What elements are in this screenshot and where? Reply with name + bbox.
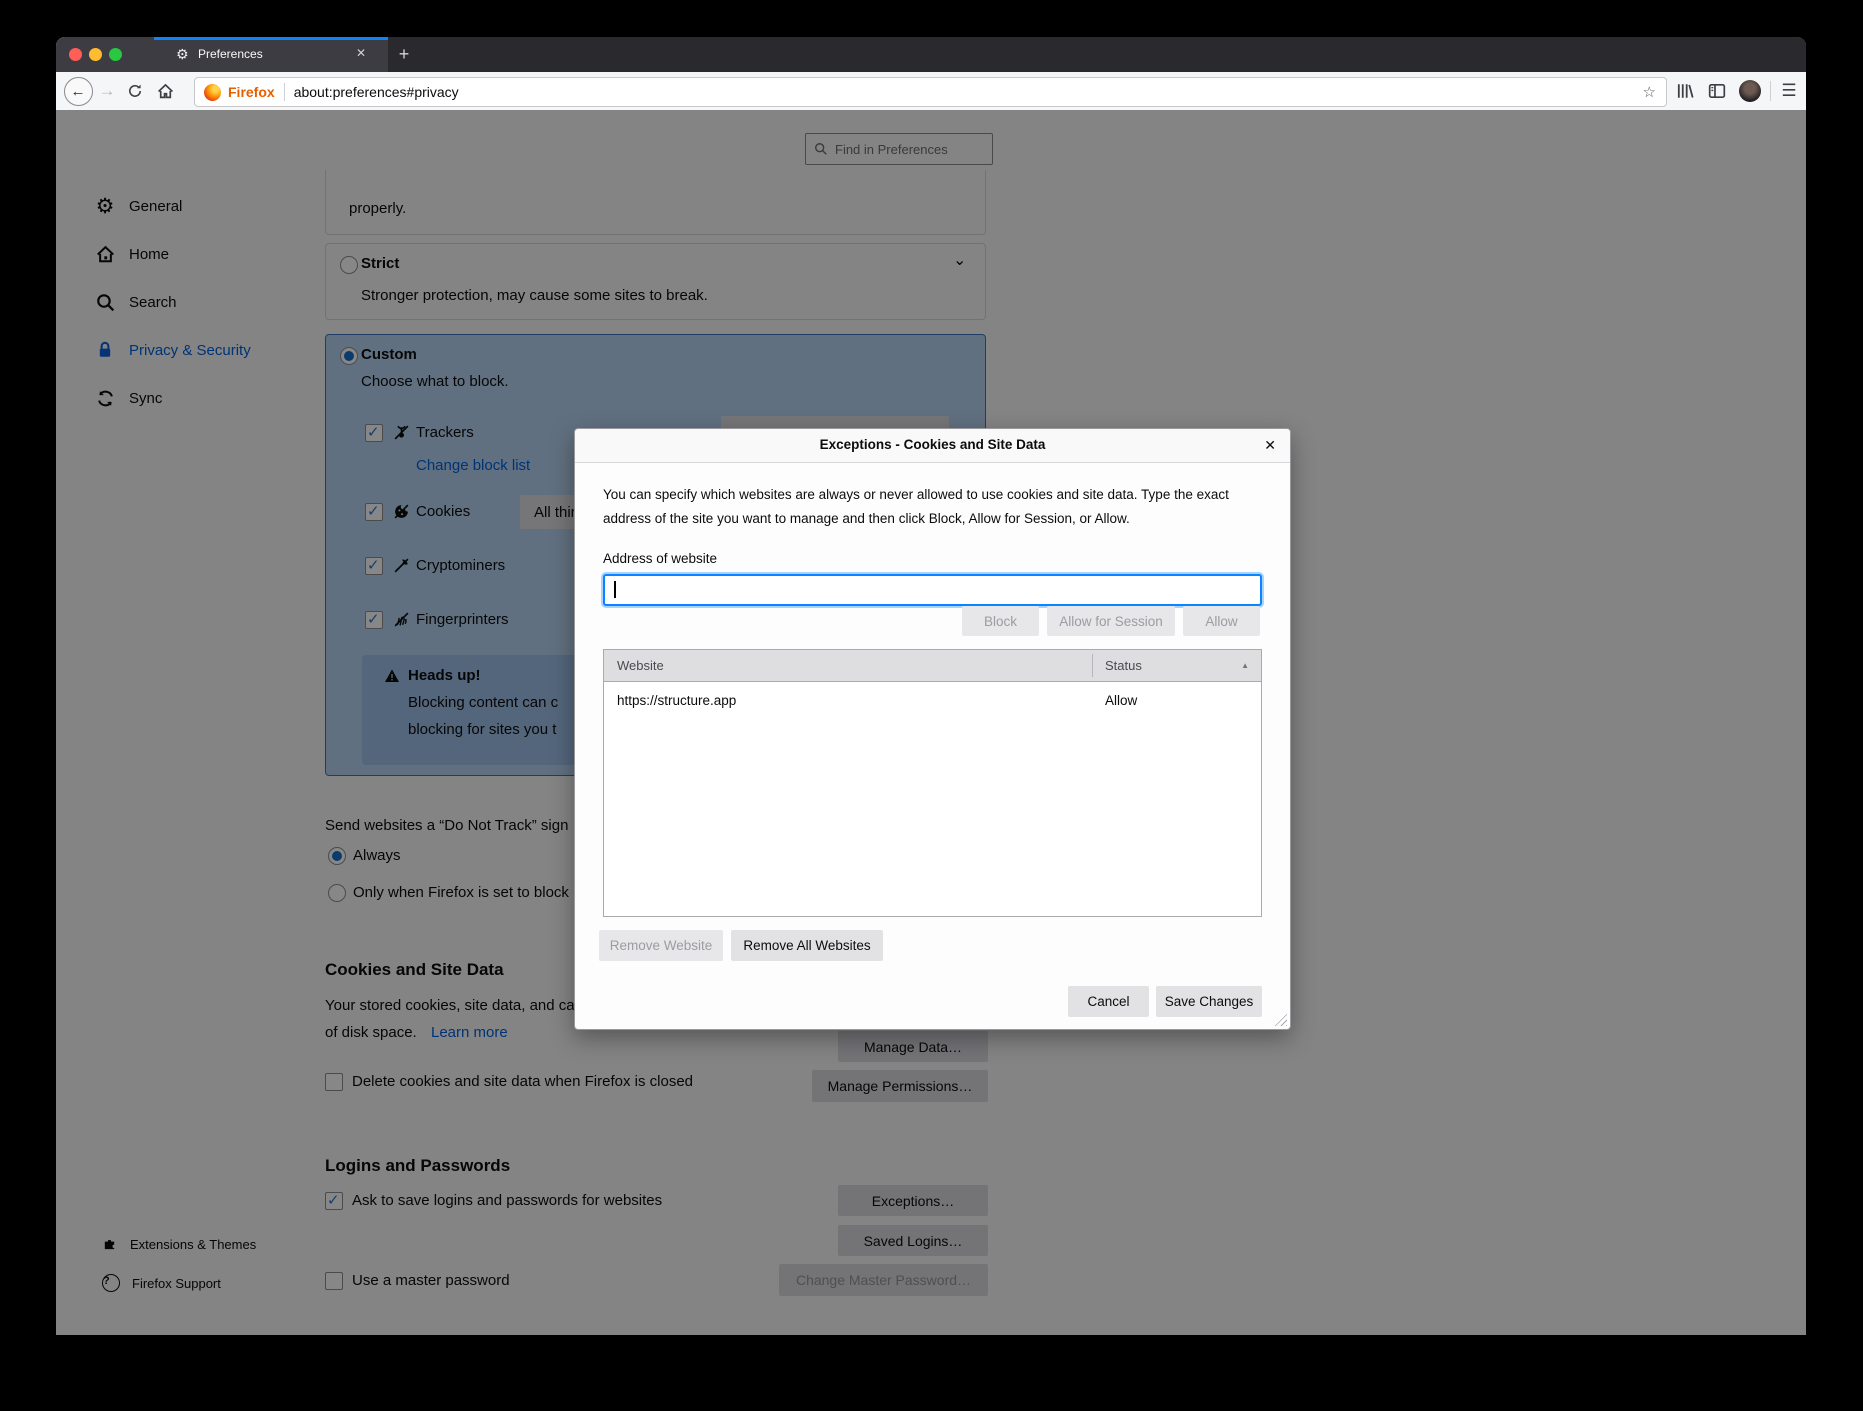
back-button[interactable]: ← — [60, 72, 96, 110]
address-input[interactable] — [603, 574, 1262, 606]
toolbar-separator — [1770, 81, 1771, 101]
allow-button: Allow — [1183, 606, 1260, 636]
preferences-page: Find in Preferences ⚙ General Home Searc… — [56, 110, 1806, 1335]
menu-button[interactable]: ☰ — [1778, 80, 1800, 102]
table-header[interactable]: Website Status ▲ — [604, 650, 1261, 682]
url-separator — [284, 83, 285, 101]
cancel-button[interactable]: Cancel — [1068, 986, 1149, 1017]
sort-asc-icon[interactable]: ▲ — [1241, 661, 1249, 670]
close-tab-icon[interactable]: ✕ — [356, 46, 366, 60]
new-tab-button[interactable]: + — [393, 44, 415, 66]
column-separator — [1092, 654, 1093, 677]
forward-icon: → — [99, 81, 116, 101]
column-status[interactable]: Status — [1105, 658, 1142, 673]
exceptions-table[interactable]: Website Status ▲ https://structure.app A… — [603, 649, 1262, 917]
gear-icon: ⚙ — [176, 45, 189, 63]
url-text[interactable]: about:preferences#privacy — [294, 84, 459, 100]
minimize-window-button[interactable] — [89, 48, 102, 61]
dialog-description-line2: address of the site you want to manage a… — [603, 511, 1130, 526]
resize-grip[interactable] — [1273, 1012, 1287, 1026]
window-controls[interactable] — [69, 48, 122, 61]
library-button[interactable] — [1674, 80, 1696, 102]
firefox-logo-icon — [204, 84, 221, 101]
url-bar[interactable]: Firefox about:preferences#privacy ☆ — [194, 77, 1667, 107]
dialog-header: Exceptions - Cookies and Site Data ✕ — [575, 429, 1290, 463]
library-icon — [1676, 82, 1694, 100]
dialog-description-line1: You can specify which websites are alway… — [603, 487, 1229, 502]
tab-bar: ⚙ Preferences ✕ + — [56, 37, 1806, 72]
hamburger-menu-icon: ☰ — [1781, 81, 1796, 101]
tab-strip — [388, 37, 1806, 72]
reload-icon — [127, 83, 143, 99]
active-tab-indicator — [154, 37, 388, 40]
tab-title: Preferences — [198, 47, 263, 61]
table-row-status[interactable]: Allow — [1105, 693, 1137, 708]
dialog-title: Exceptions - Cookies and Site Data — [575, 437, 1290, 452]
remove-all-websites-button[interactable]: Remove All Websites — [731, 930, 883, 961]
table-row-website[interactable]: https://structure.app — [617, 693, 736, 708]
reload-button[interactable] — [122, 72, 148, 110]
brand-label: Firefox — [228, 84, 275, 100]
navigation-toolbar: ← → Firefox about:preferences#privacy ☆ — [56, 72, 1806, 111]
sidebar-toggle-button[interactable] — [1706, 80, 1728, 102]
close-dialog-icon[interactable]: ✕ — [1264, 437, 1276, 454]
browser-window: ⚙ Preferences ✕ + ← → Firefox about:pref — [56, 37, 1806, 1335]
save-changes-button[interactable]: Save Changes — [1156, 986, 1262, 1017]
column-website[interactable]: Website — [617, 658, 664, 673]
bookmark-star-icon[interactable]: ☆ — [1643, 83, 1656, 101]
block-button: Block — [962, 606, 1039, 636]
address-label: Address of website — [603, 551, 717, 566]
home-button[interactable] — [152, 72, 178, 110]
close-window-button[interactable] — [69, 48, 82, 61]
home-icon — [157, 83, 174, 100]
forward-button[interactable]: → — [94, 72, 120, 110]
sidebar-icon — [1708, 82, 1726, 100]
allow-for-session-button: Allow for Session — [1047, 606, 1175, 636]
text-caret — [614, 581, 616, 598]
remove-website-button: Remove Website — [599, 930, 723, 961]
zoom-window-button[interactable] — [109, 48, 122, 61]
tab-preferences[interactable]: ⚙ Preferences ✕ — [154, 37, 388, 72]
back-icon: ← — [64, 77, 93, 106]
account-avatar[interactable] — [1739, 80, 1761, 102]
exceptions-dialog: Exceptions - Cookies and Site Data ✕ You… — [574, 428, 1291, 1030]
